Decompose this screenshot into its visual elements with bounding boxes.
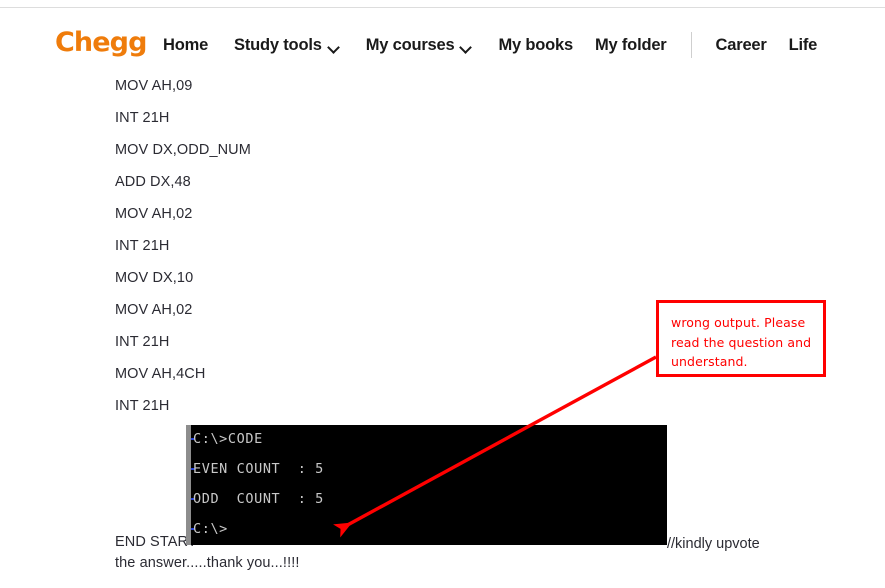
nav-item-career[interactable]: Career: [716, 37, 767, 54]
terminal-line: C:\>CODE: [193, 431, 263, 447]
nav-item-study-tools-label: Study tools: [234, 35, 322, 54]
nav-item-study-tools[interactable]: Study tools: [234, 37, 340, 54]
nav-item-my-courses-label: My courses: [365, 35, 455, 54]
code-line: MOV AH,02: [115, 206, 193, 222]
chegg-logo[interactable]: Chegg: [55, 29, 147, 56]
terminal-screen: C:\>CODE EVEN COUNT : 5 ODD COUNT : 5 C:…: [191, 425, 667, 545]
code-line: INT 21H: [115, 238, 170, 254]
nav-item-my-folder-label: My folder: [594, 35, 667, 54]
annotation-text: wrong output. Please read the question a…: [671, 315, 812, 369]
code-line: MOV AH,4CH: [115, 366, 206, 382]
code-line: ADD DX,48: [115, 174, 191, 190]
code-line: MOV AH,09: [115, 78, 193, 94]
dos-terminal-screenshot: C:\>CODE EVEN COUNT : 5 ODD COUNT : 5 C:…: [186, 425, 667, 545]
nav-item-my-books[interactable]: My books: [498, 37, 573, 54]
assembly-code-listing: MOV AH,09 INT 21H MOV DX,ODD_NUM ADD DX,…: [115, 70, 535, 422]
answer-content: MOV AH,09 INT 21H MOV DX,ODD_NUM ADD DX,…: [0, 60, 885, 588]
nav-item-my-folder[interactable]: My folder: [595, 37, 667, 54]
code-line: INT 21H: [115, 334, 170, 350]
code-line: MOV DX,ODD_NUM: [115, 142, 251, 158]
upvote-comment: //kindly upvote: [667, 536, 760, 552]
nav-item-life[interactable]: Life: [789, 37, 818, 54]
annotation-callout: wrong output. Please read the question a…: [656, 300, 826, 377]
nav-item-home-label: Home: [163, 35, 209, 54]
code-line: MOV DX,10: [115, 270, 194, 286]
nav-item-my-books-label: My books: [498, 35, 573, 54]
nav-item-my-courses[interactable]: My courses: [366, 37, 473, 54]
nav-divider: [690, 32, 692, 58]
code-line: INT 21H: [115, 110, 170, 126]
terminal-line: EVEN COUNT : 5: [193, 461, 324, 477]
site-header: Chegg Home Study tools My courses My boo…: [0, 8, 885, 60]
nav-item-career-label: Career: [715, 35, 767, 54]
nav-item-life-label: Life: [788, 35, 818, 54]
chevron-down-icon: [461, 43, 472, 50]
nav-item-home[interactable]: Home: [163, 37, 208, 54]
main-navigation: Home Study tools My courses My books My …: [163, 32, 843, 58]
chevron-down-icon: [329, 43, 340, 50]
terminal-line: ODD COUNT : 5: [193, 491, 324, 507]
terminal-line: C:\>: [193, 521, 228, 537]
code-line: INT 21H: [115, 398, 170, 414]
closing-remark: the answer.....thank you...!!!!: [115, 555, 300, 571]
code-line: MOV AH,02: [115, 302, 193, 318]
